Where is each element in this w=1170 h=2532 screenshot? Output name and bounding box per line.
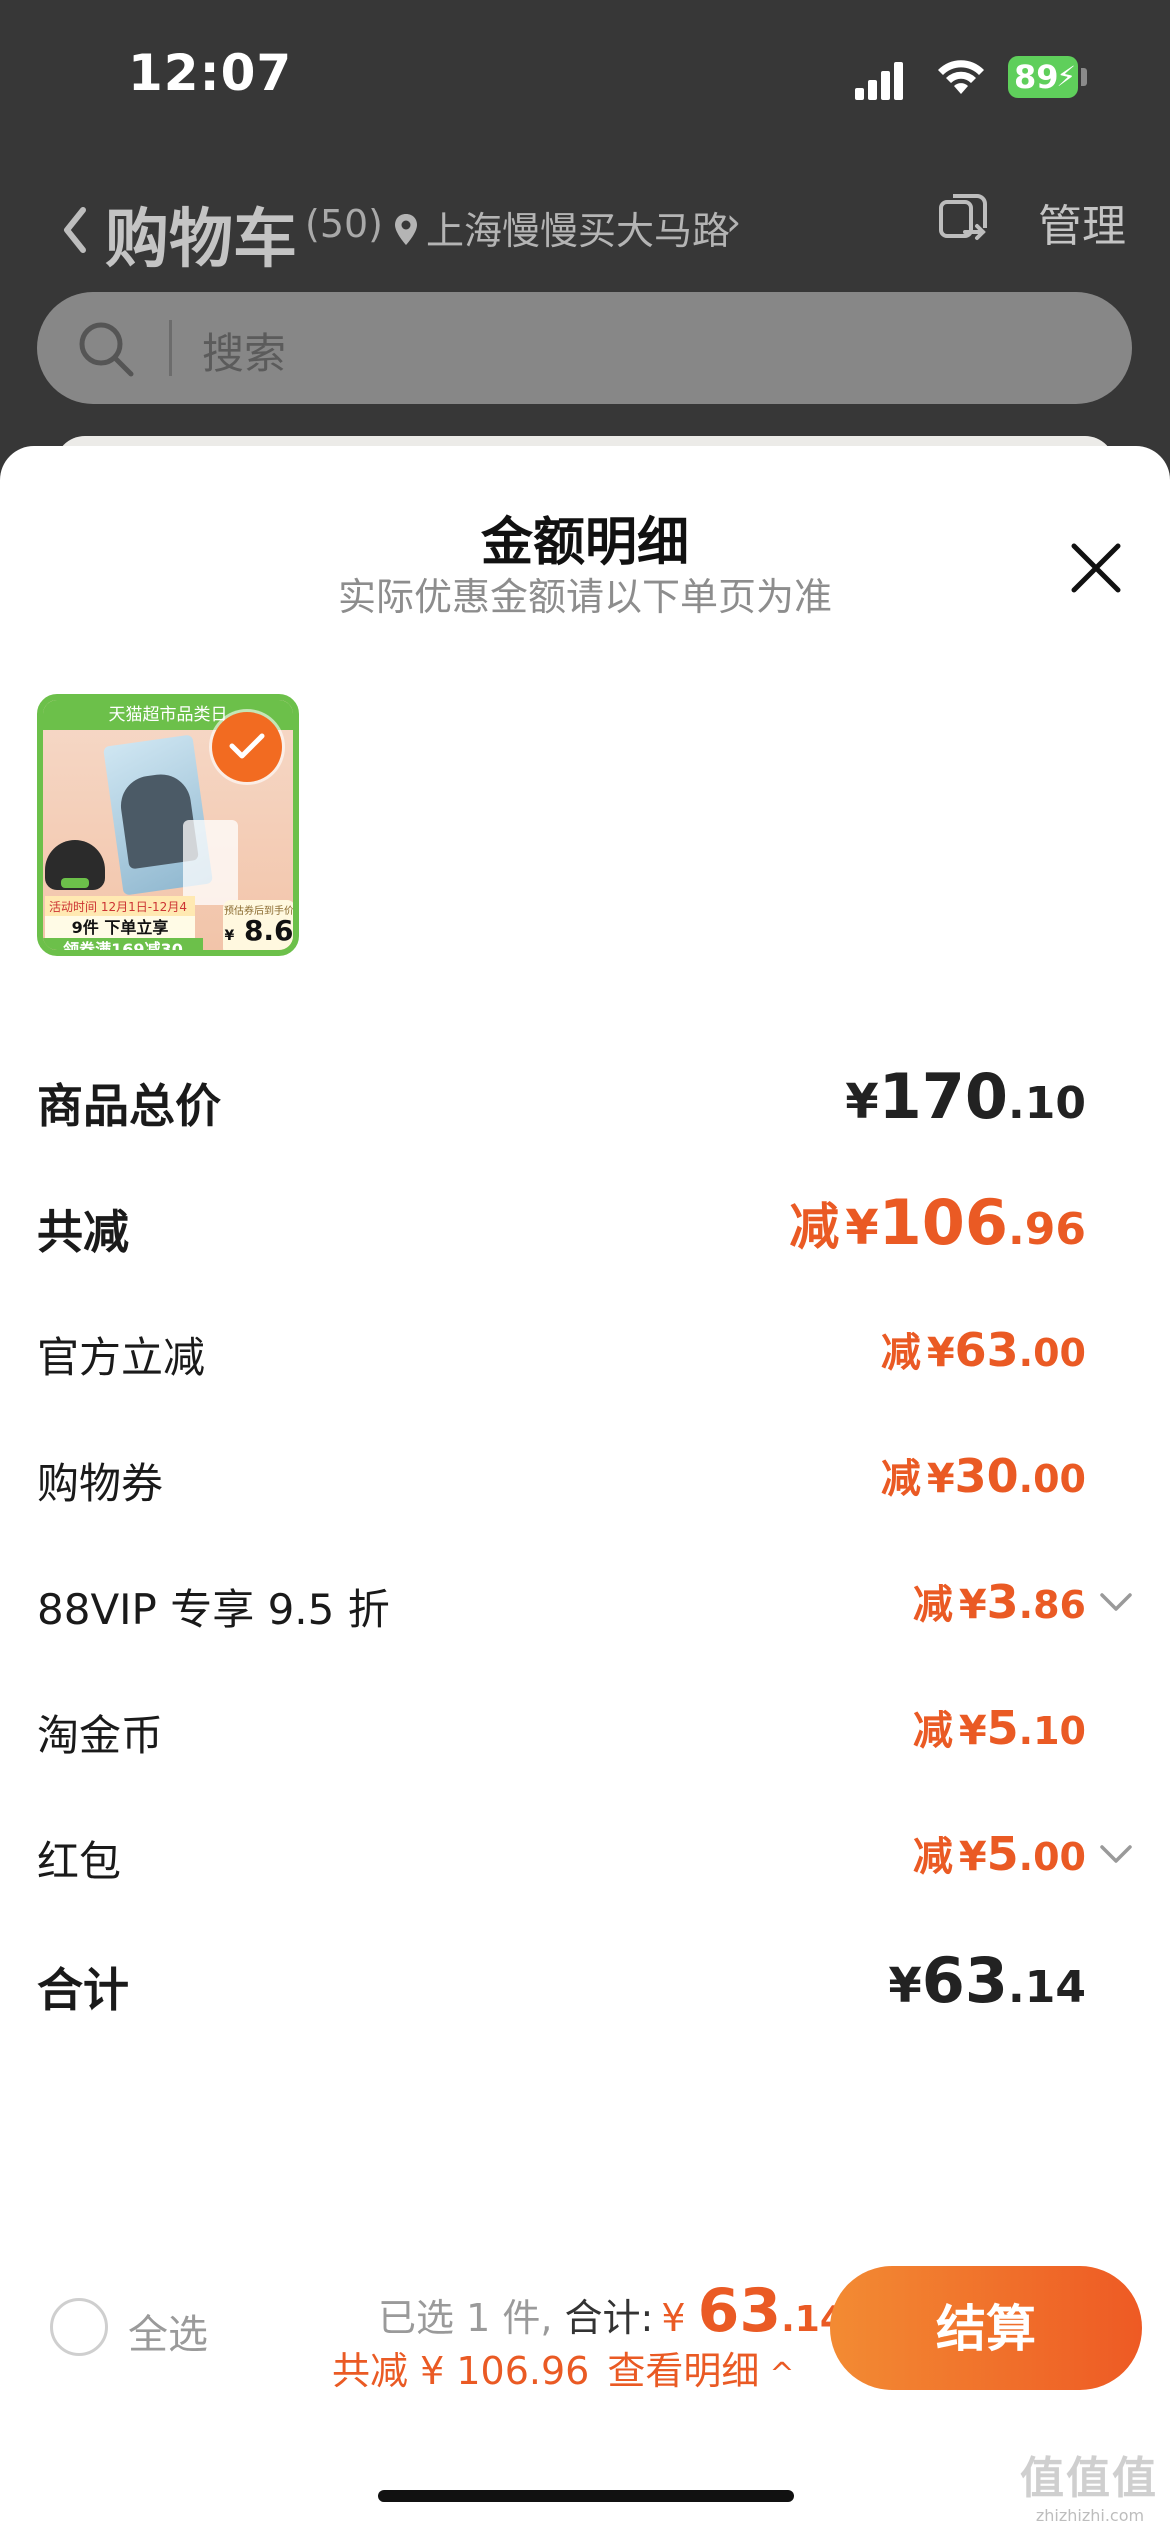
view-detail-link[interactable]: 查看明细 [607, 2349, 759, 2393]
watermark-url: zhizhizhi.com [1035, 2506, 1145, 2525]
location-pin-icon [395, 214, 417, 245]
selected-count: 已选 1 件, [378, 2296, 553, 2340]
cart-title: 购物车 [105, 203, 297, 277]
back-arrow-icon[interactable] [55, 200, 95, 260]
close-icon[interactable] [1068, 540, 1124, 596]
battery-icon: 89 ⚡ [1008, 56, 1078, 98]
product-coupon: 领券满169减30 [43, 938, 203, 950]
detail-label-tao-coins: 淘金币 [37, 1711, 164, 1760]
detail-label-official-discount: 官方立减 [37, 1333, 206, 1382]
selected-summary: 已选 1 件, 合计: ¥ 63.14 [378, 2276, 845, 2346]
cart-header: 购物车 (50) 上海慢慢买大马路 › 管理 [0, 170, 1170, 290]
detail-label-shopping-voucher: 购物券 [37, 1459, 164, 1508]
selected-check-icon[interactable] [212, 712, 282, 782]
product-price-value: ¥ 8.6 [224, 914, 294, 947]
select-all-label[interactable]: 全选 [128, 2302, 208, 2360]
total-currency: ¥ [661, 2296, 686, 2340]
chevron-up-icon[interactable]: ^ [769, 2357, 794, 2392]
total-label: 合计: [564, 2296, 654, 2340]
status-bar: 12:07 89 ⚡ [0, 0, 1170, 150]
watermark-logo: 值值值 [1020, 2453, 1158, 2504]
detail-value-official-discount: 减 ¥63.00 [880, 1323, 1086, 1377]
share-cart-icon[interactable] [935, 192, 991, 248]
detail-value-subtotal: ¥170.10 [845, 1060, 1086, 1133]
status-time: 12:07 [128, 44, 293, 102]
search-input[interactable]: 搜索 [202, 320, 286, 381]
delivery-address[interactable]: 上海慢慢买大马路 [426, 200, 730, 255]
search-bar[interactable]: 搜索 [37, 292, 1132, 404]
home-indicator [378, 2490, 794, 2502]
detail-value-total: ¥63.14 [888, 1944, 1086, 2017]
detail-value-tao-coins: 减 ¥5.10 [912, 1701, 1086, 1755]
wifi-icon [938, 60, 984, 94]
detail-label-red-packet: 红包 [37, 1837, 122, 1886]
select-all-radio[interactable] [50, 2298, 108, 2356]
checkout-button[interactable]: 结算 [830, 2266, 1142, 2390]
detail-label-subtotal: 商品总价 [37, 1079, 221, 1133]
detail-label-total-discount: 共减 [37, 1205, 129, 1259]
product-price-card: 预估券后到手价 ¥ 8.6 [223, 900, 294, 950]
manage-button[interactable]: 管理 [1038, 190, 1126, 254]
total-integer: 63 [697, 2276, 782, 2346]
saved-summary[interactable]: 共减 ¥ 106.96 查看明细 ^ [332, 2340, 794, 2395]
address-chevron-icon: › [726, 200, 742, 244]
sheet-title: 金额明细 [480, 513, 689, 573]
sheet-subtitle: 实际优惠金额请以下单页为准 [337, 575, 832, 619]
battery-tip [1081, 68, 1087, 86]
detail-value-88vip[interactable]: 减 ¥3.86 [913, 1572, 1086, 1630]
cellular-signal-icon [855, 60, 903, 100]
product-date-tag: 活动时间 12月1日-12月4日 [45, 896, 195, 936]
detail-label-total: 合计 [37, 1963, 129, 2017]
saved-amount: 共减 ¥ 106.96 [332, 2349, 590, 2393]
search-icon [79, 322, 134, 377]
product-promo: 9件 下单立享 [45, 916, 195, 940]
chevron-down-icon[interactable] [1098, 1590, 1134, 1614]
detail-value-total-discount: 减 ¥106.96 [789, 1186, 1086, 1259]
detail-label-88vip: 88VIP 专享 9.5 折 [37, 1585, 390, 1634]
battery-level: 89 [1014, 58, 1059, 96]
search-divider [169, 320, 172, 376]
detail-value-shopping-voucher: 减 ¥30.00 [880, 1449, 1086, 1503]
watermark: 值值值 zhizhizhi.com [1020, 2442, 1160, 2525]
tmall-cat-icon [45, 840, 105, 890]
detail-value-red-packet[interactable]: 减 ¥5.00 [913, 1824, 1086, 1882]
product-glass-image [183, 820, 238, 905]
cart-count: (50) [305, 202, 384, 246]
chevron-down-icon[interactable] [1098, 1842, 1134, 1866]
